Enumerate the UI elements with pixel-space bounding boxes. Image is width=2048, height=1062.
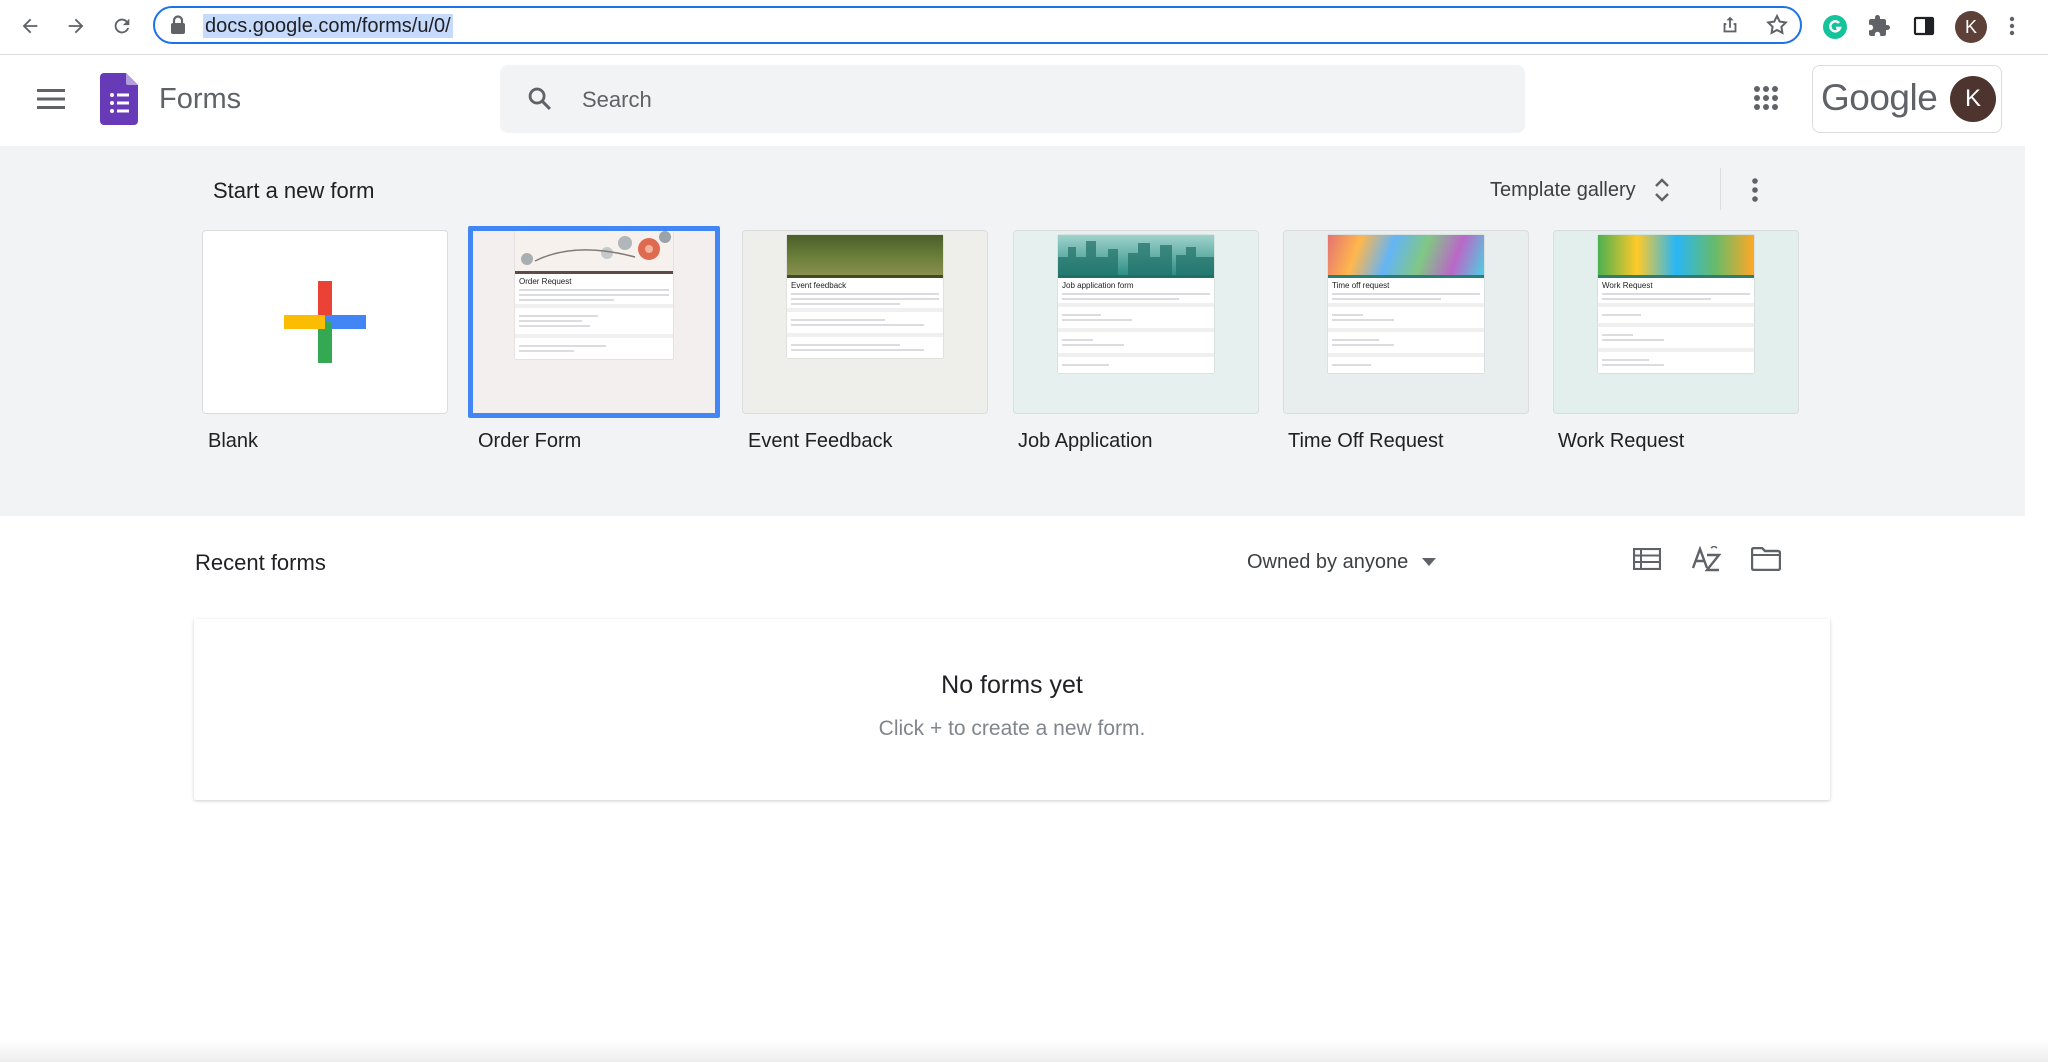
recent-forms-header: Recent forms Owned by anyone bbox=[0, 516, 2048, 596]
search-input[interactable] bbox=[580, 65, 1484, 135]
mosaic-header-image bbox=[1328, 235, 1484, 275]
template-gallery-button[interactable]: Template gallery bbox=[1490, 170, 1670, 210]
template-card-work-request[interactable]: Work Request bbox=[1553, 230, 1799, 414]
search-icon[interactable] bbox=[526, 85, 554, 113]
template-label-work-request[interactable]: Work Request bbox=[1558, 430, 1684, 453]
dropdown-arrow-icon bbox=[1422, 558, 1437, 566]
unfold-icon bbox=[1654, 178, 1669, 202]
thumb-title: Job application form bbox=[1062, 281, 1134, 290]
grammarly-icon[interactable] bbox=[1822, 14, 1848, 40]
owner-filter-label: Owned by anyone bbox=[1247, 550, 1409, 573]
app-header: Forms Google K bbox=[0, 55, 2048, 145]
template-label-blank[interactable]: Blank bbox=[208, 430, 258, 453]
url-text[interactable]: docs.google.com/forms/u/0/ bbox=[203, 14, 453, 38]
city-header-image bbox=[1058, 235, 1214, 275]
browser-profile-avatar[interactable]: K bbox=[1955, 11, 1987, 43]
start-new-form-title: Start a new form bbox=[213, 178, 375, 203]
owner-filter-dropdown[interactable]: Owned by anyone bbox=[1247, 544, 1437, 580]
divider bbox=[1720, 168, 1721, 210]
back-arrow-icon[interactable] bbox=[14, 10, 46, 42]
thumb-title: Work Request bbox=[1602, 281, 1653, 290]
template-gallery-label: Template gallery bbox=[1490, 178, 1636, 201]
hamburger-menu-icon[interactable] bbox=[30, 78, 72, 120]
thumb-title: Event feedback bbox=[791, 281, 847, 290]
forms-logo-icon[interactable] bbox=[100, 73, 138, 125]
template-card-blank[interactable] bbox=[202, 230, 448, 414]
template-label-event-feedback[interactable]: Event Feedback bbox=[748, 430, 893, 453]
folder-icon[interactable] bbox=[1748, 542, 1784, 576]
star-icon[interactable] bbox=[1765, 13, 1789, 37]
list-view-icon[interactable] bbox=[1630, 542, 1664, 576]
browser-toolbar: docs.google.com/forms/u/0/ K bbox=[0, 0, 2048, 55]
thumb-title: Time off request bbox=[1332, 281, 1390, 290]
lock-icon[interactable] bbox=[169, 15, 187, 35]
apps-grid-icon[interactable] bbox=[1750, 82, 1782, 114]
sort-az-icon[interactable] bbox=[1688, 542, 1724, 576]
template-label-job-application[interactable]: Job Application bbox=[1018, 430, 1153, 453]
app-name[interactable]: Forms bbox=[159, 83, 241, 116]
chrome-menu-icon[interactable] bbox=[2008, 14, 2016, 38]
template-card-order-form[interactable]: Order Request bbox=[468, 226, 720, 418]
template-label-time-off-request[interactable]: Time Off Request bbox=[1288, 430, 1444, 453]
more-options-icon[interactable] bbox=[1742, 174, 1768, 206]
recent-forms-title: Recent forms bbox=[195, 550, 326, 575]
template-card-job-application[interactable]: Job application form bbox=[1013, 230, 1259, 414]
empty-state-card: No forms yet Click + to create a new for… bbox=[194, 619, 1830, 800]
search-box[interactable] bbox=[500, 65, 1525, 135]
google-wordmark: Google bbox=[1821, 77, 1938, 118]
template-card-time-off-request[interactable]: Time off request bbox=[1283, 230, 1529, 414]
account-chip[interactable]: Google K bbox=[1812, 65, 2002, 133]
template-section: Start a new form Template gallery Blank bbox=[0, 146, 2025, 516]
share-icon[interactable] bbox=[1719, 14, 1741, 36]
floral-header-image bbox=[515, 231, 673, 271]
account-avatar[interactable]: K bbox=[1950, 76, 1996, 122]
empty-state-subtitle: Click + to create a new form. bbox=[878, 717, 1146, 740]
extensions-puzzle-icon[interactable] bbox=[1867, 14, 1891, 38]
illustrated-header-image bbox=[1598, 235, 1754, 275]
empty-state-title: No forms yet bbox=[941, 671, 1083, 699]
window-bottom-edge bbox=[0, 1040, 2048, 1062]
forward-arrow-icon[interactable] bbox=[60, 10, 92, 42]
address-bar[interactable]: docs.google.com/forms/u/0/ bbox=[153, 6, 1802, 44]
side-panel-icon[interactable] bbox=[1912, 14, 1936, 38]
plus-icon bbox=[284, 281, 366, 363]
template-label-order-form[interactable]: Order Form bbox=[478, 430, 581, 453]
template-card-event-feedback[interactable]: Event feedback bbox=[742, 230, 988, 414]
park-header-image bbox=[787, 235, 943, 275]
reload-icon[interactable] bbox=[106, 10, 138, 42]
thumb-title: Order Request bbox=[519, 277, 572, 286]
